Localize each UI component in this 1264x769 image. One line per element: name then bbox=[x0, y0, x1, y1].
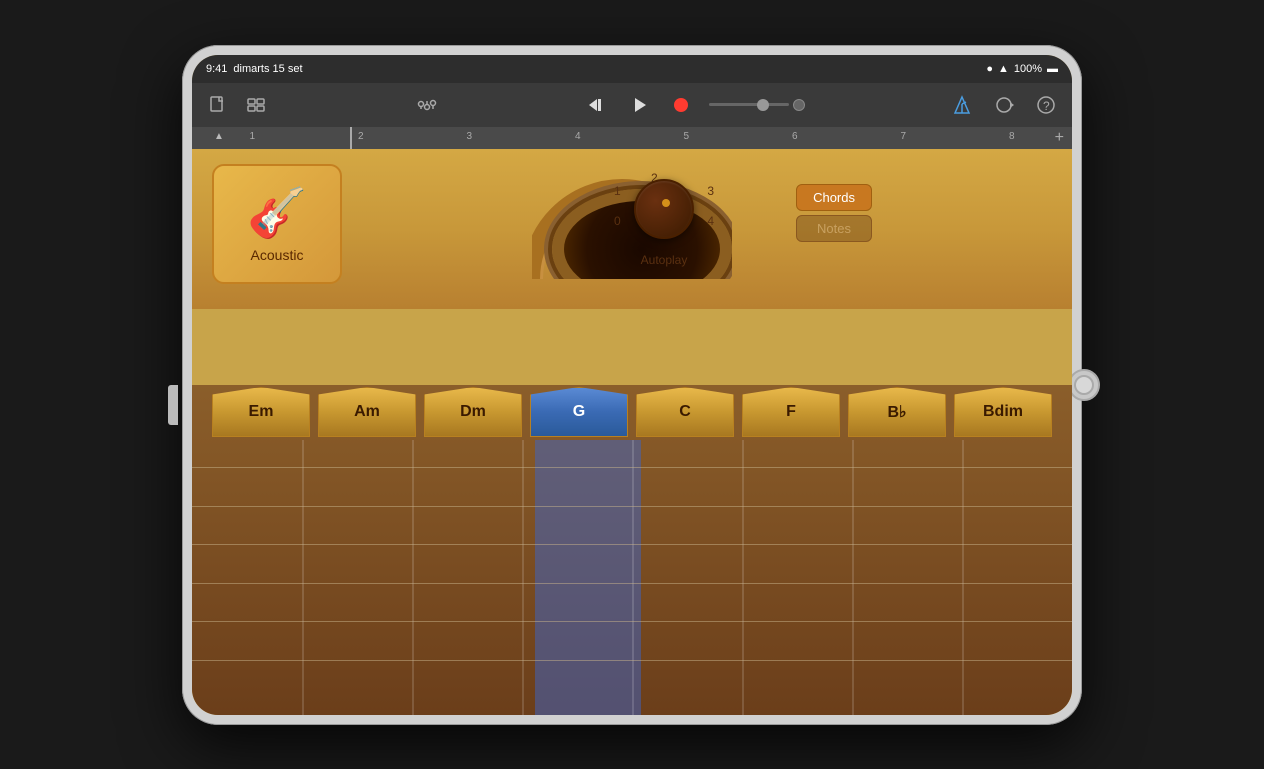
chord-am[interactable]: Am bbox=[318, 387, 416, 437]
volume-control bbox=[709, 99, 805, 111]
autoplay-label: Autoplay bbox=[641, 253, 688, 267]
chords-button[interactable]: Chords bbox=[796, 184, 872, 211]
ruler-cursor bbox=[350, 127, 352, 149]
instrument-name: Acoustic bbox=[251, 247, 304, 263]
string-5 bbox=[192, 621, 1072, 622]
fret-4 bbox=[632, 440, 634, 715]
string-2 bbox=[192, 506, 1072, 507]
chord-dm[interactable]: Dm bbox=[424, 387, 522, 437]
fret-7 bbox=[962, 440, 964, 715]
status-time: 9:41 bbox=[206, 63, 227, 75]
volume-icon bbox=[793, 99, 805, 111]
battery-text: 100% bbox=[1014, 63, 1042, 75]
svg-text:?: ? bbox=[1043, 99, 1050, 113]
chord-bdim[interactable]: Bdim bbox=[954, 387, 1052, 437]
device-frame: 9:41 dimarts 15 set ● ▲ 100% ▬ bbox=[182, 45, 1082, 725]
knob-label-0: 0 bbox=[614, 214, 621, 228]
fret-3 bbox=[522, 440, 524, 715]
device-screen: 9:41 dimarts 15 set ● ▲ 100% ▬ bbox=[192, 55, 1072, 715]
ruler-mark-5: 5 bbox=[632, 131, 741, 144]
toolbar-right: ? bbox=[948, 91, 1060, 119]
ruler-mark-8: 8 bbox=[958, 131, 1067, 144]
wifi-icon: ● bbox=[986, 63, 993, 75]
status-date: dimarts 15 set bbox=[233, 63, 302, 75]
fretboard: Em Am Dm G C F bbox=[192, 385, 1072, 715]
knob-label-4: 4 bbox=[707, 214, 714, 228]
ruler-ticks: 1 2 3 4 5 6 7 8 bbox=[198, 131, 1066, 144]
home-button-inner bbox=[1074, 375, 1094, 395]
knob-container: 0 1 2 3 4 bbox=[624, 169, 704, 249]
autoplay-section: 0 1 2 3 4 Autoplay bbox=[624, 169, 704, 267]
battery-icon: ▬ bbox=[1047, 63, 1058, 75]
volume-slider[interactable] bbox=[709, 103, 789, 106]
instrument-panel: 🎸 Acoustic 0 1 bbox=[192, 149, 1072, 309]
fret-1 bbox=[302, 440, 304, 715]
play-button[interactable] bbox=[625, 91, 653, 119]
toolbar-transport bbox=[583, 91, 805, 119]
chord-buttons-row: Em Am Dm G C F bbox=[212, 385, 1052, 440]
metronome-button[interactable] bbox=[948, 91, 976, 119]
status-right: ● ▲ 100% ▬ bbox=[986, 63, 1058, 75]
fret-5 bbox=[742, 440, 744, 715]
mixer-button[interactable] bbox=[413, 91, 441, 119]
active-chord-highlight bbox=[535, 440, 641, 715]
tracks-view-button[interactable] bbox=[242, 91, 270, 119]
ruler-mark-6: 6 bbox=[741, 131, 850, 144]
fret-6 bbox=[852, 440, 854, 715]
ruler-mark-7: 7 bbox=[849, 131, 958, 144]
side-button[interactable] bbox=[168, 385, 178, 425]
cursor-icon: ▲ bbox=[214, 131, 224, 142]
status-bar: 9:41 dimarts 15 set ● ▲ 100% ▬ bbox=[192, 55, 1072, 83]
ruler-mark-2: 2 bbox=[307, 131, 416, 144]
fret-2 bbox=[412, 440, 414, 715]
knob-label-3: 3 bbox=[707, 184, 714, 198]
string-3 bbox=[192, 544, 1072, 545]
add-track-button[interactable]: + bbox=[1055, 129, 1064, 147]
notes-button[interactable]: Notes bbox=[796, 215, 872, 242]
mode-buttons: Chords Notes bbox=[796, 184, 872, 242]
chord-c[interactable]: C bbox=[636, 387, 734, 437]
volume-thumb bbox=[757, 99, 769, 111]
guitar-icon: 🎸 bbox=[247, 184, 307, 241]
chord-em[interactable]: Em bbox=[212, 387, 310, 437]
main-content: 🎸 Acoustic 0 1 bbox=[192, 149, 1072, 715]
string-4 bbox=[192, 583, 1072, 584]
autoplay-knob[interactable] bbox=[634, 179, 694, 239]
chord-g[interactable]: G bbox=[530, 387, 628, 437]
status-left: 9:41 dimarts 15 set bbox=[206, 63, 303, 75]
string-6 bbox=[192, 660, 1072, 661]
instrument-card[interactable]: 🎸 Acoustic bbox=[212, 164, 342, 284]
toolbar: ? bbox=[192, 83, 1072, 127]
ruler-mark-4: 4 bbox=[524, 131, 633, 144]
record-button[interactable] bbox=[667, 91, 695, 119]
chord-bb[interactable]: B♭ bbox=[848, 387, 946, 437]
home-button[interactable] bbox=[1068, 369, 1100, 401]
loop-button[interactable] bbox=[990, 91, 1018, 119]
rewind-button[interactable] bbox=[583, 91, 611, 119]
toolbar-mixer bbox=[413, 91, 441, 119]
signal-icon: ▲ bbox=[998, 63, 1009, 75]
fret-lines bbox=[192, 440, 1072, 715]
ruler-mark-3: 3 bbox=[415, 131, 524, 144]
knob-indicator bbox=[662, 199, 670, 207]
knob-label-1: 1 bbox=[614, 184, 621, 198]
chord-f[interactable]: F bbox=[742, 387, 840, 437]
new-song-button[interactable] bbox=[204, 91, 232, 119]
toolbar-left bbox=[204, 91, 270, 119]
string-1 bbox=[192, 467, 1072, 468]
timeline-ruler: ▲ 1 2 3 4 5 6 7 8 + bbox=[192, 127, 1072, 149]
help-button[interactable]: ? bbox=[1032, 91, 1060, 119]
